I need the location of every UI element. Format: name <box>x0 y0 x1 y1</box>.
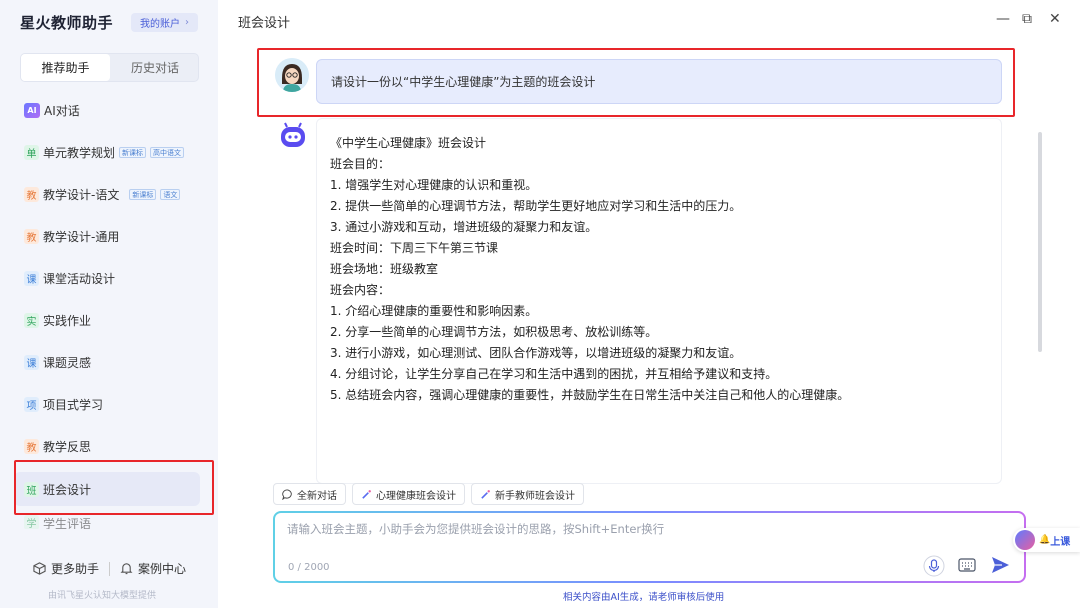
chat-scrollbar[interactable] <box>1038 132 1042 352</box>
answer-line: 2. 分享一些简单的心理调节方法，如积极思考、放松训练等。 <box>330 325 658 339</box>
answer-line: 5. 总结班会内容，强调心理健康的重要性，并鼓励学生在日常生活中关注自己和他人的… <box>330 388 850 402</box>
answer-line: 班会时间：下周三下午第三节课 <box>330 241 499 255</box>
tab-history[interactable]: 历史对话 <box>111 54 199 81</box>
badge-high-school-chinese: 高中语文 <box>150 146 185 158</box>
badge-new-standard: 新课标 <box>119 146 147 158</box>
robot-icon <box>281 122 305 147</box>
tab-recommended[interactable]: 推荐助手 <box>21 54 110 81</box>
bot-avatar <box>277 120 309 152</box>
sidebar-item-label: 教学设计-语文 <box>43 187 120 202</box>
minimize-button[interactable]: — <box>996 11 1010 27</box>
sidebar-item-unit-planning[interactable]: 单 单元教学规划 新课标 高中语文 <box>14 135 200 169</box>
practice-icon: 实 <box>24 312 39 328</box>
highlight-box-message <box>257 48 1015 117</box>
case-center-link[interactable]: 案例中心 <box>120 560 186 577</box>
sidebar: 星火教师助手 我的账户 › 推荐助手 历史对话 AI AI对话 单 单元教学规划… <box>0 0 218 608</box>
sidebar-item-project-learning[interactable]: 项 项目式学习 <box>14 387 200 421</box>
sidebar-item-student-comments[interactable]: 学 学生评语 <box>14 515 200 529</box>
microphone-icon[interactable] <box>923 555 945 577</box>
teach-icon: 教 <box>24 186 39 202</box>
app-logo-icon <box>1015 530 1035 550</box>
chip-label: 新手教师班会设计 <box>495 490 575 502</box>
new-teacher-meeting-chip[interactable]: 新手教师班会设计 <box>471 483 584 505</box>
chat-input-inner: 0 / 2000 <box>275 513 1024 581</box>
divider <box>109 561 111 576</box>
app-title: 星火教师助手 <box>20 14 114 32</box>
sidebar-item-label: 实践作业 <box>43 313 92 328</box>
suggestion-chips: 全新对话 心理健康班会设计 新手教师班会设计 <box>273 483 584 505</box>
lesson-icon: 课 <box>24 354 39 370</box>
bell-icon <box>120 563 133 575</box>
answer-line: 班会目的： <box>330 157 391 171</box>
lesson-icon: 课 <box>24 270 39 286</box>
powered-by-note: 由讯飞星火认知大模型提供 <box>48 591 157 601</box>
sidebar-item-label: AI对话 <box>44 103 80 118</box>
sidebar-item-practice-homework[interactable]: 实 实践作业 <box>14 303 200 337</box>
chevron-right-icon: › <box>185 17 189 28</box>
sidebar-item-label: 课题灵感 <box>43 355 92 370</box>
chat-input-box: 0 / 2000 <box>273 511 1026 583</box>
teach-icon: 教 <box>24 228 39 244</box>
chat-bubble-icon <box>282 488 292 500</box>
answer-line: 班会内容： <box>330 283 391 297</box>
char-counter: 0 / 2000 <box>288 562 330 573</box>
sidebar-item-ai-chat[interactable]: AI AI对话 <box>14 93 200 127</box>
project-icon: 项 <box>24 396 39 412</box>
answer-line: 3. 进行小游戏，如心理测试、团队合作游戏等，以增进班级的凝聚力和友谊。 <box>330 346 742 360</box>
ai-disclaimer: 相关内容由AI生成，请老师审核后使用 <box>563 592 725 603</box>
badge-chinese: 语文 <box>160 188 181 200</box>
assistant-answer: 《中学生心理健康》班会设计 班会目的： 1. 增强学生对心理健康的认识和重视。 … <box>316 118 1002 484</box>
case-center-label: 案例中心 <box>138 562 187 576</box>
answer-line: 4. 分组讨论，让学生分享自己在学习和生活中遇到的困扰，并互相给予建议和支持。 <box>330 367 778 381</box>
sidebar-item-topic-ideas[interactable]: 课 课题灵感 <box>14 345 200 379</box>
restore-button[interactable]: ⧉ <box>1022 11 1032 27</box>
magic-wand-icon <box>362 489 371 499</box>
sidebar-item-label: 课堂活动设计 <box>43 271 116 286</box>
more-assistants-link[interactable]: 更多助手 <box>33 560 99 577</box>
sidebar-item-design-chinese[interactable]: 教 教学设计-语文 新课标 语文 <box>14 177 200 211</box>
bell-icon: 🔔 <box>1039 535 1051 545</box>
sidebar-item-label: 单元教学规划 <box>43 145 116 160</box>
badge-new-standard: 新课标 <box>129 188 157 200</box>
new-chat-chip[interactable]: 全新对话 <box>273 483 346 505</box>
highlight-box-menu <box>14 460 214 515</box>
close-button[interactable]: ✕ <box>1049 11 1061 27</box>
more-assistants-label: 更多助手 <box>51 562 100 576</box>
page-title: 班会设计 <box>238 16 291 31</box>
sidebar-item-label: 教学反思 <box>43 439 92 454</box>
chip-label: 全新对话 <box>297 490 337 502</box>
answer-line: 1. 介绍心理健康的重要性和影响因素。 <box>330 304 538 318</box>
send-icon[interactable] <box>990 555 1010 575</box>
sidebar-item-label: 学生评语 <box>43 517 92 529</box>
attend-class-label: 上课 <box>1050 536 1071 548</box>
sidebar-item-class-activity[interactable]: 课 课堂活动设计 <box>14 261 200 295</box>
chat-input[interactable] <box>287 521 887 543</box>
sidebar-tabs: 推荐助手 历史对话 <box>20 53 199 82</box>
student-icon: 学 <box>24 515 39 529</box>
sidebar-bottom-links: 更多助手 案例中心 <box>33 560 186 577</box>
keyboard-icon[interactable] <box>958 558 976 572</box>
answer-line: 《中学生心理健康》班会设计 <box>330 136 487 150</box>
sidebar-item-label: 教学设计-通用 <box>43 229 120 244</box>
teach-icon: 教 <box>24 438 39 454</box>
my-account-label: 我的账户 <box>140 19 180 30</box>
unit-icon: 单 <box>24 144 39 160</box>
sidebar-item-label: 项目式学习 <box>43 397 104 412</box>
cube-icon <box>33 562 46 575</box>
sidebar-item-teaching-reflection[interactable]: 教 教学反思 <box>14 429 200 463</box>
answer-line: 3. 通过小游戏和互动，增进班级的凝聚力和友谊。 <box>330 220 598 234</box>
answer-line: 2. 提供一些简单的心理调节方法，帮助学生更好地应对学习和生活中的压力。 <box>330 199 742 213</box>
chip-label: 心理健康班会设计 <box>376 490 456 502</box>
magic-wand-icon <box>481 489 490 499</box>
answer-line: 班会场地：班级教室 <box>330 262 439 276</box>
answer-line: 1. 增强学生对心理健康的认识和重视。 <box>330 178 538 192</box>
my-account-button[interactable]: 我的账户 › <box>131 13 198 32</box>
sidebar-item-design-general[interactable]: 教 教学设计-通用 <box>14 219 200 253</box>
ai-icon: AI <box>24 102 40 118</box>
mental-health-meeting-chip[interactable]: 心理健康班会设计 <box>352 483 465 505</box>
attend-class-button[interactable]: 🔔 上课 <box>1013 528 1080 552</box>
